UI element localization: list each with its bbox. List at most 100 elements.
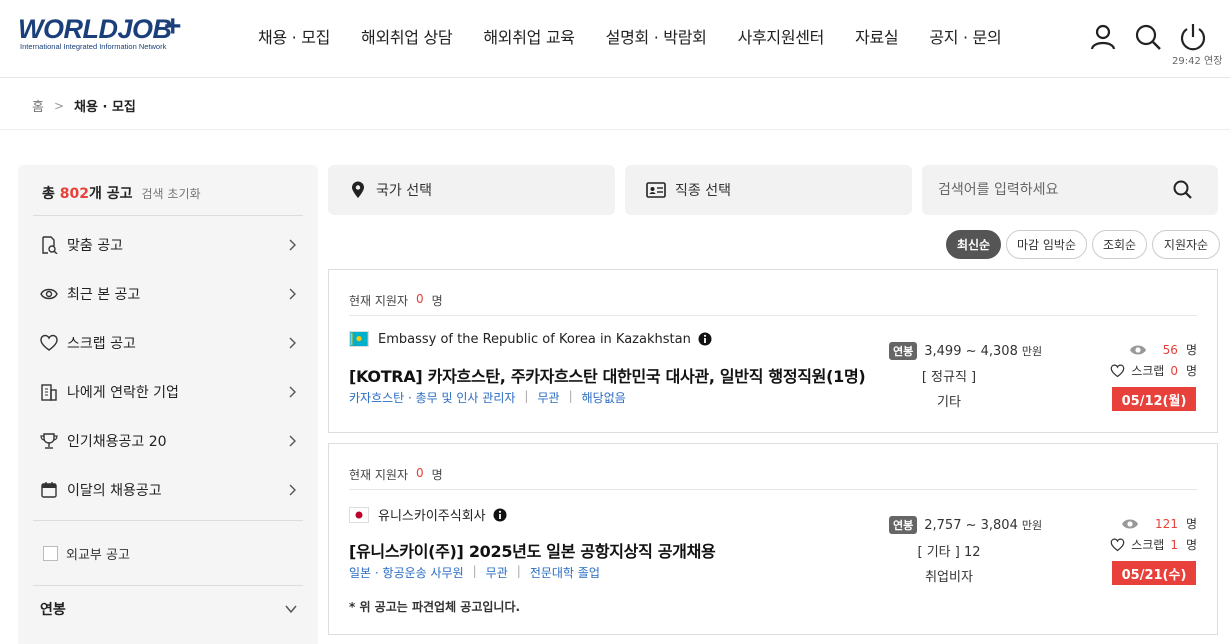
header-icons	[1088, 22, 1223, 52]
user-icon[interactable]	[1088, 22, 1118, 52]
scrap-count[interactable]: 스크랩 0 명	[1110, 362, 1197, 379]
salary-badge: 연봉	[889, 516, 918, 534]
job-card[interactable]: 현재 지원자 0 명 Embassy of the Republic of Kore…	[328, 269, 1218, 433]
japan-flag-icon	[349, 506, 369, 523]
breadcrumb-home[interactable]: 홈	[32, 96, 44, 115]
employment-type: [ 기타 ] 12	[917, 545, 981, 560]
salary-range: 3,499 ~ 4,308	[924, 343, 1018, 359]
breadcrumb-current: 채용 · 모집	[74, 100, 136, 115]
chevron-right-icon	[289, 288, 296, 300]
eye-icon	[1129, 345, 1146, 354]
total-number: 802	[59, 186, 89, 202]
visa-type: 취업비자	[925, 570, 973, 585]
worldjob-logo[interactable]: WORLDJOB + International Integrated Info…	[18, 10, 190, 54]
sidebar-item-label: 맞춤 공고	[67, 238, 123, 254]
divider	[349, 315, 1197, 316]
calendar-icon	[41, 482, 57, 498]
search-icon[interactable]	[1172, 179, 1194, 201]
nav-notice[interactable]: 공지 · 문의	[929, 24, 1001, 48]
total-count: 총 802개 공고 검색 초기화	[42, 183, 201, 203]
job-category-select[interactable]: 직종 선택	[625, 165, 912, 215]
sort-deadline[interactable]: 마감 임박순	[1006, 230, 1087, 259]
heart-icon	[1110, 364, 1125, 377]
company-name[interactable]: Embassy of the Republic of Korea in Kaza…	[378, 332, 691, 347]
nav-education[interactable]: 해외취업 교육	[483, 24, 575, 48]
company-name[interactable]: 유니스카이주식회사	[378, 505, 486, 524]
eye-icon	[1122, 519, 1139, 528]
session-timer[interactable]: 29:42 연장	[1172, 52, 1222, 67]
view-count: 121 명	[1121, 515, 1197, 532]
job-title[interactable]: [유니스카이(주)] 2025년도 일본 공항지상직 공개채용	[349, 538, 716, 562]
logo-plus: +	[164, 10, 182, 43]
agency-note: * 위 공고는 파견업체 공고입니다.	[349, 600, 521, 614]
job-tags: 일본 · 항공운송 사무원 | 무관 | 전문대학 졸업	[349, 564, 600, 580]
chevron-right-icon	[289, 239, 296, 251]
sort-options: 최신순 마감 임박순 조회순 지원자순	[946, 230, 1225, 259]
eye-icon	[40, 288, 58, 300]
location-pin-icon	[352, 181, 364, 198]
id-card-icon	[646, 182, 666, 198]
applicant-count: 현재 지원자 0 명	[349, 466, 443, 482]
sort-views[interactable]: 조회순	[1092, 230, 1147, 259]
sort-applicants[interactable]: 지원자순	[1152, 230, 1220, 259]
doc-search-icon	[42, 236, 58, 254]
logo-wordmark: WORLDJOB	[18, 14, 172, 44]
keyword-search	[922, 165, 1218, 215]
salary-range: 2,757 ~ 3,804	[924, 517, 1018, 533]
chevron-right-icon	[289, 435, 296, 447]
view-count: 56 명	[1129, 341, 1197, 358]
site-header: WORLDJOB + International Integrated Info…	[0, 0, 1230, 78]
main-nav: 채용 · 모집 해외취업 상담 해외취업 교육 설명회 · 박람회 사후지원센터…	[258, 24, 1032, 48]
country-select-label: 국가 선택	[376, 183, 432, 199]
sidebar-item-monthly[interactable]: 이달의 채용공고	[40, 475, 298, 505]
chevron-right-icon	[289, 484, 296, 496]
salary-unit: 만원	[1021, 519, 1043, 532]
salary-filter-label: 연봉	[40, 602, 66, 618]
divider	[33, 215, 303, 216]
power-icon[interactable]	[1178, 22, 1208, 52]
filter-sidebar: 총 802개 공고 검색 초기화 맞춤 공고 최근 본 공고 스크랩 공고 나에…	[18, 165, 318, 644]
nav-support-center[interactable]: 사후지원센터	[738, 24, 825, 48]
sidebar-item-label: 나에게 연락한 기업	[67, 385, 179, 401]
mofa-filter-checkbox[interactable]: 외교부 공고	[43, 544, 130, 563]
sidebar-item-scrap[interactable]: 스크랩 공고	[40, 328, 298, 358]
breadcrumb: 홈 > 채용 · 모집	[32, 96, 136, 116]
sort-latest[interactable]: 최신순	[946, 230, 1001, 259]
building-icon	[41, 384, 57, 401]
job-card[interactable]: 현재 지원자 0 명 유니스카이주식회사 [유니스카이(주)] 2025년도 일본 …	[328, 443, 1218, 635]
sidebar-item-popular[interactable]: 인기채용공고 20	[40, 426, 298, 456]
deadline-badge: 05/21(수)	[1112, 561, 1196, 585]
search-input[interactable]	[938, 180, 1168, 200]
country-select[interactable]: 국가 선택	[328, 165, 615, 215]
sidebar-item-matched[interactable]: 맞춤 공고	[40, 230, 298, 260]
total-label: 총 802개 공고	[42, 186, 133, 202]
company-info: 유니스카이주식회사	[349, 505, 507, 524]
sidebar-item-recent[interactable]: 최근 본 공고	[40, 279, 298, 309]
nav-recruitment[interactable]: 채용 · 모집	[258, 24, 330, 48]
search-icon[interactable]	[1133, 22, 1163, 52]
divider	[349, 489, 1197, 490]
nav-resources[interactable]: 자료실	[855, 24, 899, 48]
reset-search-button[interactable]: 검색 초기화	[142, 185, 201, 202]
checkbox[interactable]	[43, 546, 58, 561]
job-title[interactable]: [KOTRA] 카자흐스탄, 주카자흐스탄 대한민국 대사관, 일반직 행정직원…	[349, 363, 866, 387]
nav-consulting[interactable]: 해외취업 상담	[361, 24, 453, 48]
company-info: Embassy of the Republic of Korea in Kaza…	[349, 331, 712, 347]
applicant-count: 현재 지원자 0 명	[349, 292, 443, 308]
deadline-badge: 05/12(월)	[1112, 387, 1196, 411]
sidebar-item-label: 인기채용공고 20	[67, 434, 167, 450]
scrap-count[interactable]: 스크랩 1 명	[1110, 536, 1197, 553]
nav-fair[interactable]: 설명회 · 박람회	[606, 24, 707, 48]
info-icon[interactable]	[698, 332, 712, 346]
checkbox-label: 외교부 공고	[66, 548, 130, 563]
salary-info: 연봉 2,757 ~ 3,804 만원	[889, 516, 1042, 534]
salary-badge: 연봉	[889, 342, 918, 360]
chevron-down-icon	[285, 605, 297, 614]
salary-filter-toggle[interactable]: 연봉	[40, 599, 298, 619]
job-tags: 카자흐스탄 · 총무 및 인사 관리자 | 무관 | 해당없음	[349, 389, 626, 405]
heart-icon	[40, 334, 58, 351]
kazakhstan-flag-icon	[349, 331, 369, 347]
info-icon[interactable]	[493, 508, 507, 522]
sidebar-item-label: 이달의 채용공고	[67, 483, 162, 499]
sidebar-item-contacted[interactable]: 나에게 연락한 기업	[40, 377, 298, 407]
